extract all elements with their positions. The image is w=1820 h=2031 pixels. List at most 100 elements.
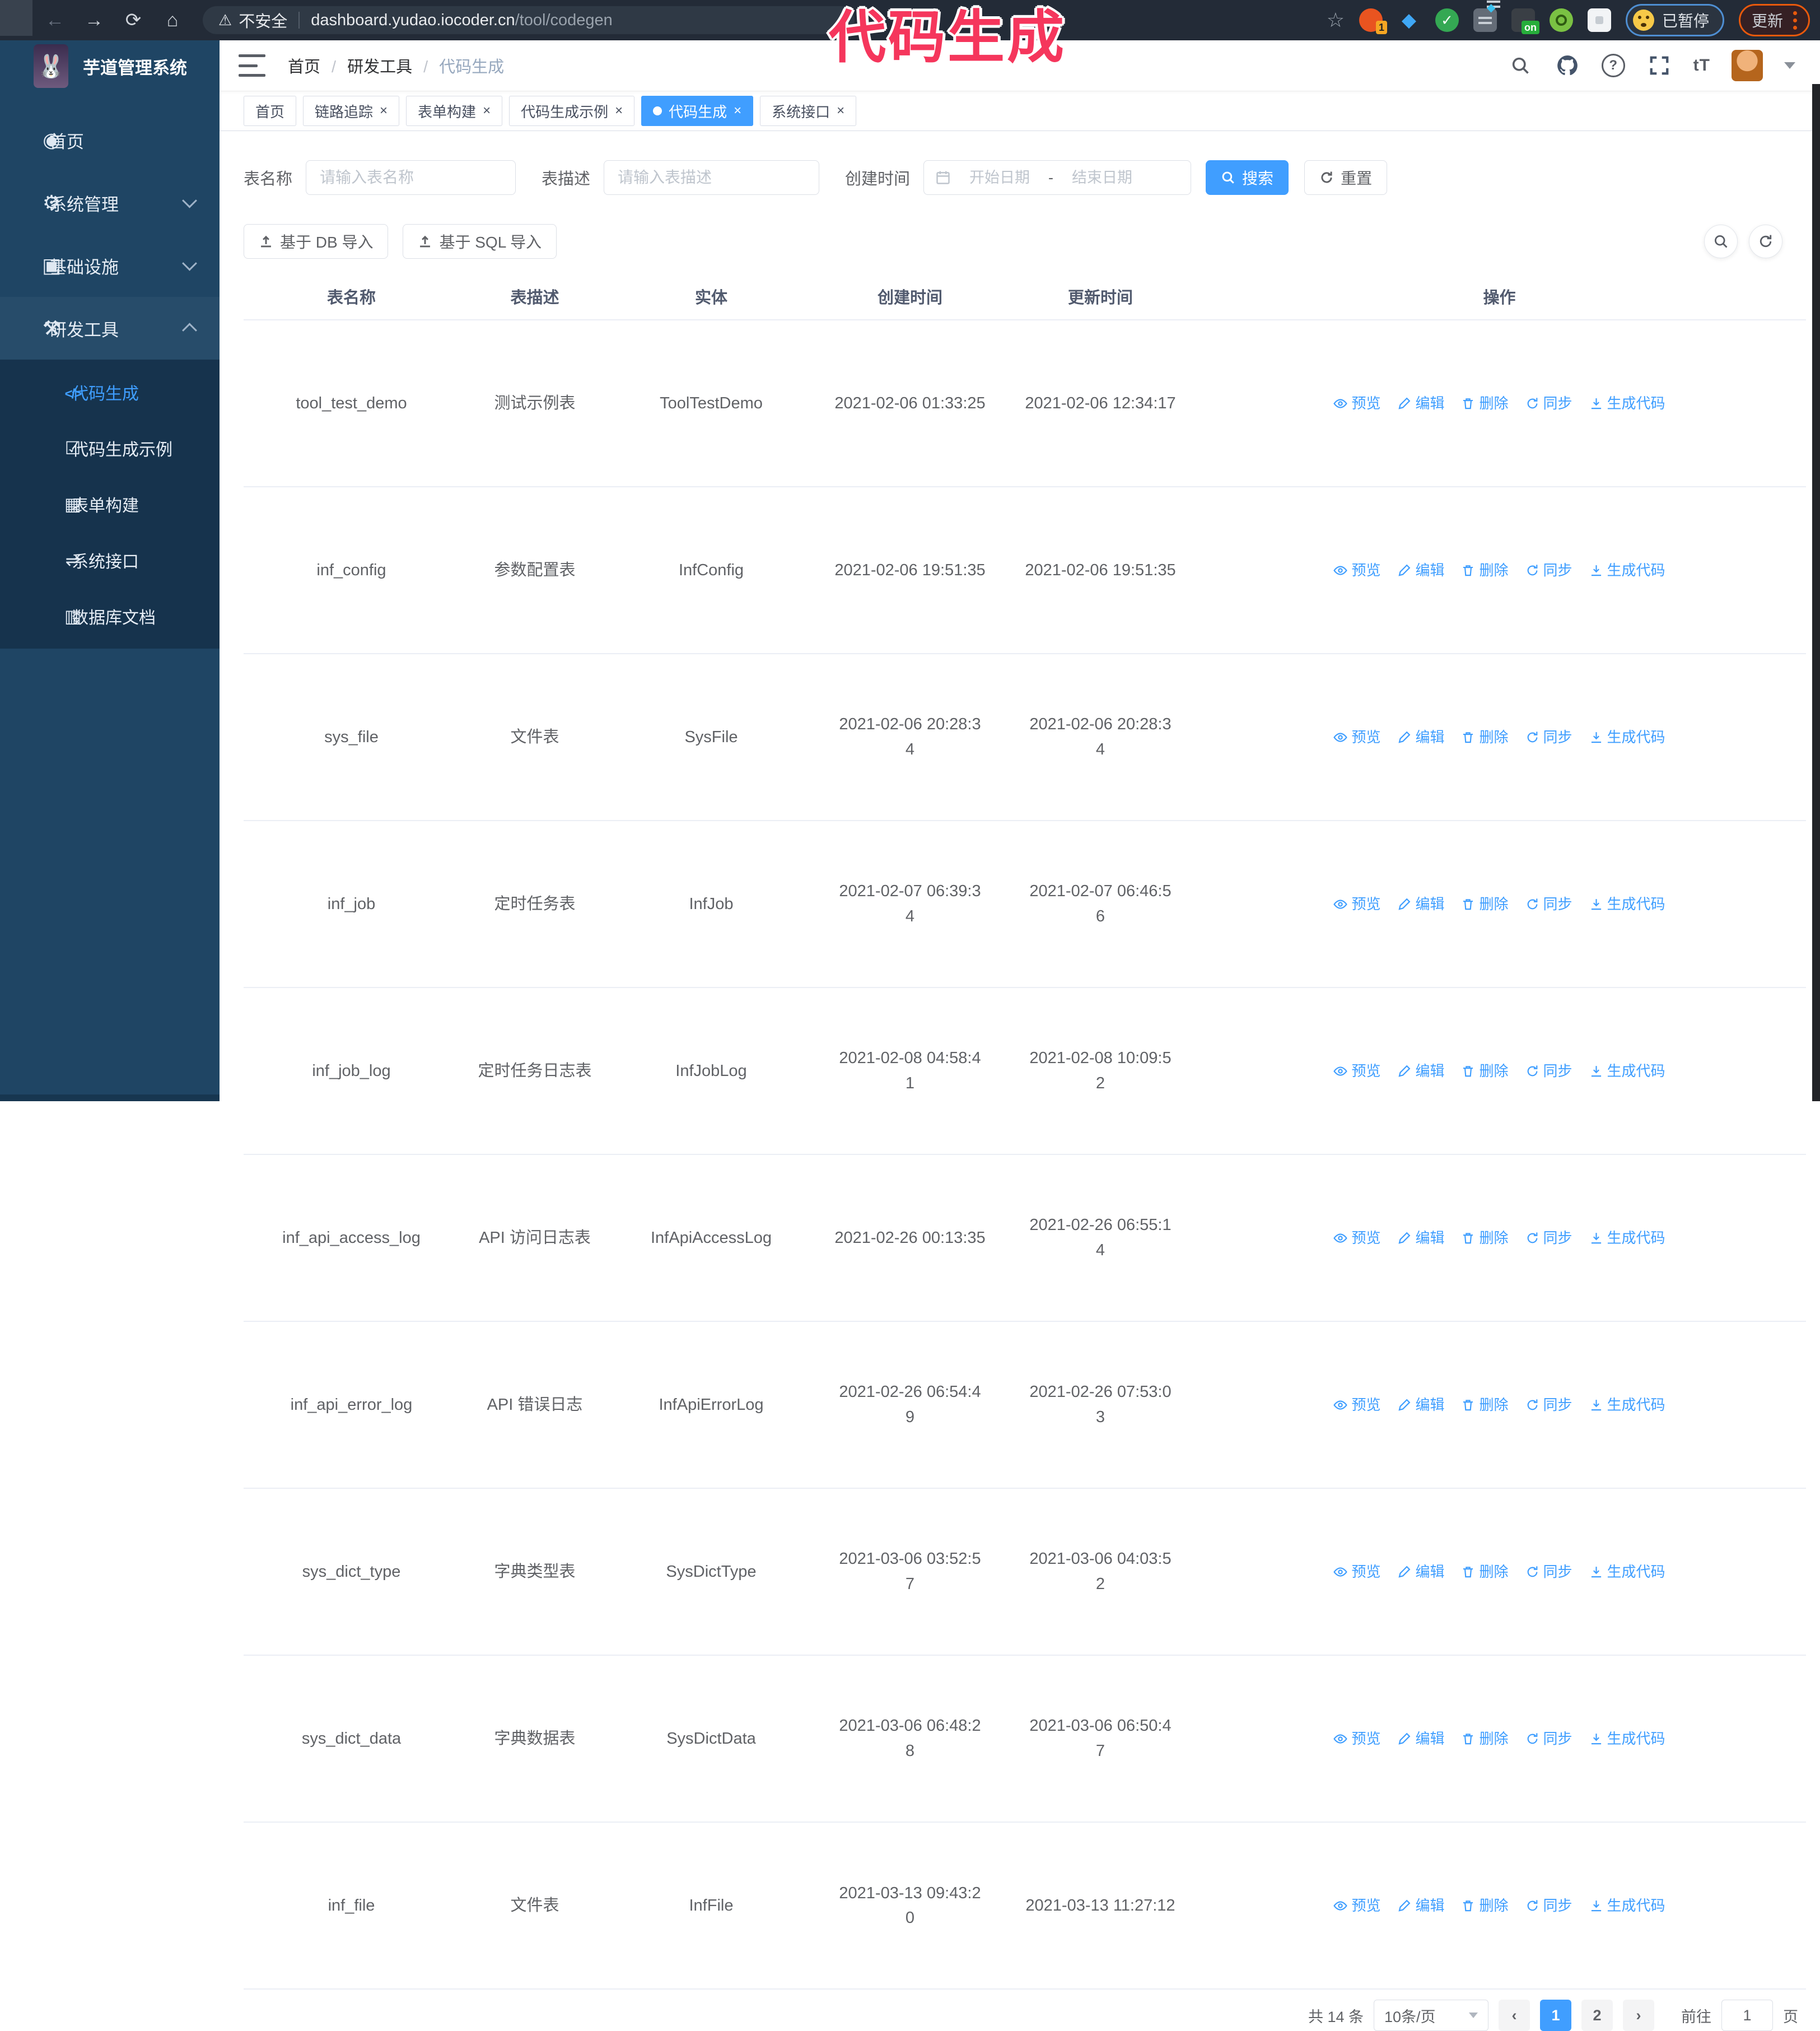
page-tab[interactable]: 代码生成示例 × bbox=[509, 96, 635, 126]
sync-link[interactable]: 同步 bbox=[1525, 1560, 1572, 1583]
sidebar-menu-item[interactable]: 基础设施 bbox=[0, 234, 220, 297]
table-desc-input[interactable] bbox=[604, 160, 820, 195]
preview-link[interactable]: 预览 bbox=[1333, 1394, 1380, 1416]
delete-link[interactable]: 删除 bbox=[1461, 1394, 1509, 1416]
delete-link[interactable]: 删除 bbox=[1461, 726, 1509, 748]
page-tab[interactable]: 代码生成 × bbox=[641, 96, 754, 126]
help-icon[interactable]: ? bbox=[1601, 54, 1625, 77]
edit-link[interactable]: 编辑 bbox=[1397, 1394, 1444, 1416]
reset-button[interactable]: 重置 bbox=[1304, 160, 1388, 195]
import-db-button[interactable]: 基于 DB 导入 bbox=[244, 224, 389, 259]
edit-link[interactable]: 编辑 bbox=[1397, 559, 1444, 581]
close-icon[interactable]: × bbox=[615, 104, 623, 118]
sync-link[interactable]: 同步 bbox=[1525, 392, 1572, 414]
delete-link[interactable]: 删除 bbox=[1461, 1727, 1509, 1750]
edit-link[interactable]: 编辑 bbox=[1397, 1727, 1444, 1750]
end-date-input[interactable] bbox=[1059, 168, 1146, 187]
close-icon[interactable]: × bbox=[734, 104, 741, 118]
generate-code-link[interactable]: 生成代码 bbox=[1589, 392, 1665, 414]
preview-link[interactable]: 预览 bbox=[1333, 1894, 1380, 1917]
date-range-picker[interactable]: - bbox=[923, 160, 1192, 195]
sync-link[interactable]: 同步 bbox=[1525, 1060, 1572, 1082]
sidebar-menu-item[interactable]: 系统管理 bbox=[0, 171, 220, 234]
generate-code-link[interactable]: 生成代码 bbox=[1589, 1394, 1665, 1416]
browser-home-icon[interactable]: ⌂ bbox=[157, 4, 188, 36]
preview-link[interactable]: 预览 bbox=[1333, 392, 1380, 414]
page-size-select[interactable]: 10条/页 bbox=[1374, 2000, 1488, 2031]
breadcrumb-item[interactable]: 首页 bbox=[288, 54, 320, 77]
paused-pill[interactable]: 已暂停 bbox=[1625, 4, 1724, 36]
font-size-icon[interactable]: tT bbox=[1693, 56, 1710, 75]
delete-link[interactable]: 删除 bbox=[1461, 1227, 1509, 1249]
edit-link[interactable]: 编辑 bbox=[1397, 726, 1444, 748]
edit-link[interactable]: 编辑 bbox=[1397, 1060, 1444, 1082]
extension-gem-icon[interactable]: ◆ bbox=[1397, 8, 1421, 32]
page-tab[interactable]: 系统接口 × bbox=[760, 96, 857, 126]
browser-forward-icon[interactable]: → bbox=[78, 4, 110, 36]
update-button[interactable]: 更新 bbox=[1738, 4, 1810, 36]
preview-link[interactable]: 预览 bbox=[1333, 726, 1380, 748]
close-icon[interactable]: × bbox=[380, 104, 388, 118]
avatar[interactable] bbox=[1732, 50, 1763, 81]
delete-link[interactable]: 删除 bbox=[1461, 392, 1509, 414]
preview-link[interactable]: 预览 bbox=[1333, 1727, 1380, 1750]
extension-sliders-icon[interactable]: ◆ bbox=[1473, 1, 1500, 32]
sidebar-submenu-item[interactable]: 代码生成示例 bbox=[0, 420, 220, 476]
refresh-table-button[interactable] bbox=[1749, 225, 1782, 258]
generate-code-link[interactable]: 生成代码 bbox=[1589, 726, 1665, 748]
import-sql-button[interactable]: 基于 SQL 导入 bbox=[403, 224, 557, 259]
preview-link[interactable]: 预览 bbox=[1333, 1060, 1380, 1082]
sync-link[interactable]: 同步 bbox=[1525, 726, 1572, 748]
start-date-input[interactable] bbox=[956, 168, 1043, 187]
extension-icon-1[interactable]: 1 bbox=[1359, 8, 1387, 34]
sidebar-submenu-item[interactable]: 代码生成 bbox=[0, 364, 220, 420]
generate-code-link[interactable]: 生成代码 bbox=[1589, 1894, 1665, 1917]
next-page-button[interactable]: › bbox=[1623, 2000, 1654, 2031]
extension-check-icon[interactable]: ✓ bbox=[1435, 8, 1459, 32]
page-tab[interactable]: 表单构建 × bbox=[406, 96, 503, 126]
extension-on-icon[interactable]: on bbox=[1511, 8, 1539, 34]
page-tab[interactable]: 首页 × bbox=[244, 96, 297, 126]
page-tab[interactable]: 链路追踪 × bbox=[303, 96, 400, 126]
close-icon[interactable]: × bbox=[483, 104, 491, 118]
generate-code-link[interactable]: 生成代码 bbox=[1589, 1227, 1665, 1249]
edit-link[interactable]: 编辑 bbox=[1397, 1560, 1444, 1583]
scrollbar[interactable] bbox=[1812, 84, 1820, 1101]
search-icon[interactable] bbox=[1508, 53, 1533, 78]
delete-link[interactable]: 删除 bbox=[1461, 559, 1509, 581]
sidebar-submenu-item[interactable]: 表单构建 bbox=[0, 476, 220, 532]
preview-link[interactable]: 预览 bbox=[1333, 559, 1380, 581]
sync-link[interactable]: 同步 bbox=[1525, 1227, 1572, 1249]
app-logo[interactable]: 🐰 芋道管理系统 bbox=[0, 40, 220, 92]
search-button[interactable]: 搜索 bbox=[1206, 160, 1289, 195]
sync-link[interactable]: 同步 bbox=[1525, 559, 1572, 581]
delete-link[interactable]: 删除 bbox=[1461, 893, 1509, 915]
breadcrumb-item[interactable]: 研发工具 bbox=[332, 54, 412, 77]
generate-code-link[interactable]: 生成代码 bbox=[1589, 1060, 1665, 1082]
sync-link[interactable]: 同步 bbox=[1525, 1727, 1572, 1750]
goto-page-input[interactable] bbox=[1721, 2000, 1773, 2031]
delete-link[interactable]: 删除 bbox=[1461, 1894, 1509, 1917]
github-icon[interactable] bbox=[1555, 53, 1580, 78]
sidebar-submenu-item[interactable]: 数据库文档 bbox=[0, 588, 220, 644]
bookmark-star-icon[interactable]: ☆ bbox=[1327, 8, 1345, 32]
sync-link[interactable]: 同步 bbox=[1525, 1894, 1572, 1917]
close-icon[interactable]: × bbox=[837, 104, 844, 118]
extension-key-icon[interactable] bbox=[1549, 8, 1573, 32]
edit-link[interactable]: 编辑 bbox=[1397, 893, 1444, 915]
table-name-input[interactable] bbox=[306, 160, 516, 195]
preview-link[interactable]: 预览 bbox=[1333, 893, 1380, 915]
sidebar-menu-item[interactable]: 研发工具 bbox=[0, 297, 220, 360]
breadcrumb-item[interactable]: 代码生成 bbox=[423, 54, 504, 77]
edit-link[interactable]: 编辑 bbox=[1397, 392, 1444, 414]
edit-link[interactable]: 编辑 bbox=[1397, 1227, 1444, 1249]
extensions-puzzle-icon[interactable] bbox=[1587, 8, 1611, 32]
sidebar-menu-item[interactable]: 首页 bbox=[0, 109, 220, 171]
collapse-sidebar-icon[interactable] bbox=[239, 52, 265, 79]
generate-code-link[interactable]: 生成代码 bbox=[1589, 559, 1665, 581]
preview-link[interactable]: 预览 bbox=[1333, 1560, 1380, 1583]
preview-link[interactable]: 预览 bbox=[1333, 1227, 1380, 1249]
generate-code-link[interactable]: 生成代码 bbox=[1589, 1560, 1665, 1583]
page-number-button[interactable]: 1 bbox=[1540, 2000, 1571, 2031]
kebab-menu-icon[interactable] bbox=[1793, 11, 1797, 30]
